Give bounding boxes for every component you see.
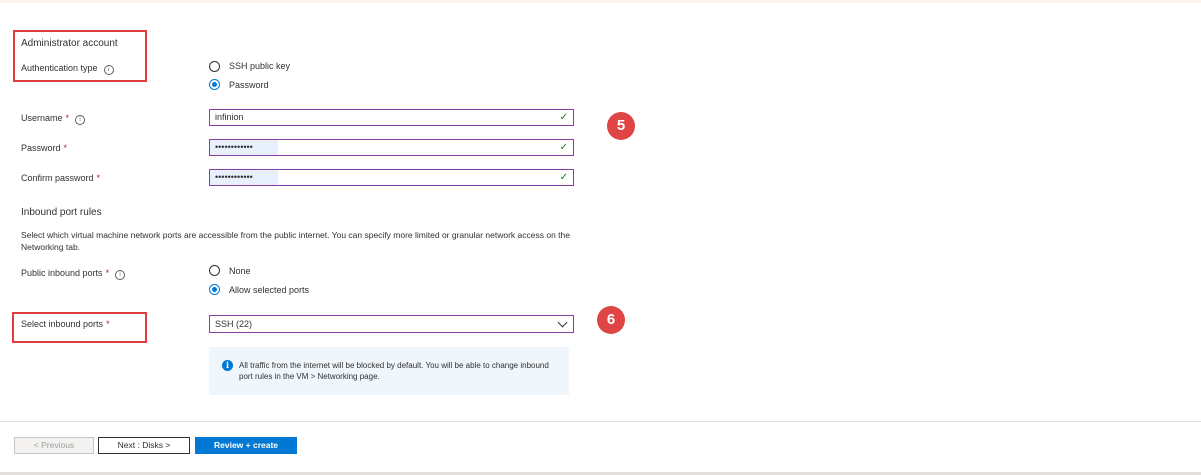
confirm-password-label-text: Confirm password [21,173,94,183]
password-label-text: Password [21,143,61,153]
public-inbound-label-text: Public inbound ports [21,268,103,278]
step-badge-6: 6 [597,306,625,334]
checkmark-icon: ✓ [559,142,568,153]
next-disks-button[interactable]: Next : Disks > [98,437,190,454]
auth-type-label-text: Authentication type [21,63,98,73]
select-inbound-ports-dropdown[interactable]: SSH (22) [209,315,574,333]
password-field[interactable]: •••••••••••• ✓ [209,139,574,156]
auth-type-label: Authentication type i [21,63,114,75]
info-icon[interactable]: i [75,115,86,125]
select-inbound-ports-label-text: Select inbound ports [21,319,104,329]
radio-password-label: Password [229,80,269,90]
top-banner-strip [0,0,1201,3]
inbound-rules-heading: Inbound port rules [21,207,102,218]
required-asterisk: * [106,319,110,329]
info-message-box: i All traffic from the internet will be … [209,347,569,395]
required-asterisk: * [65,113,70,123]
checkmark-icon: ✓ [559,172,568,183]
radio-ssh-public-key[interactable] [209,61,220,72]
footer-divider [0,421,1201,422]
radio-none[interactable] [209,265,220,276]
inbound-rules-description: Select which virtual machine network por… [21,230,570,252]
info-icon: i [222,360,233,371]
step-badge-5: 5 [607,112,635,140]
username-label: Username * i [21,113,86,125]
password-label: Password * [21,143,67,153]
select-inbound-ports-value: SSH (22) [215,319,253,329]
review-create-button[interactable]: Review + create [195,437,297,454]
admin-account-heading: Administrator account [21,38,118,49]
info-icon[interactable]: i [103,65,114,75]
required-asterisk: * [96,173,101,183]
radio-password[interactable] [209,79,220,90]
radio-allow-selected-ports[interactable] [209,284,220,295]
chevron-down-icon [557,317,568,328]
previous-button[interactable]: < Previous [14,437,94,454]
radio-allow-selected-label: Allow selected ports [229,285,310,295]
username-value: infinion [215,112,244,122]
select-inbound-ports-label: Select inbound ports * [21,319,110,329]
radio-ssh-label: SSH public key [229,61,291,71]
username-label-text: Username [21,113,63,123]
password-value: •••••••••••• [215,142,253,152]
confirm-password-label: Confirm password * [21,173,100,183]
confirm-password-field[interactable]: •••••••••••• ✓ [209,169,574,186]
required-asterisk: * [63,143,68,153]
public-inbound-label: Public inbound ports * i [21,268,126,280]
confirm-password-value: •••••••••••• [215,172,253,182]
checkmark-icon: ✓ [559,112,568,123]
radio-none-label: None [229,266,251,276]
username-field[interactable]: infinion ✓ [209,109,574,126]
required-asterisk: * [105,268,110,278]
info-message-text: All traffic from the internet will be bl… [239,361,549,381]
info-icon[interactable]: i [115,270,126,280]
